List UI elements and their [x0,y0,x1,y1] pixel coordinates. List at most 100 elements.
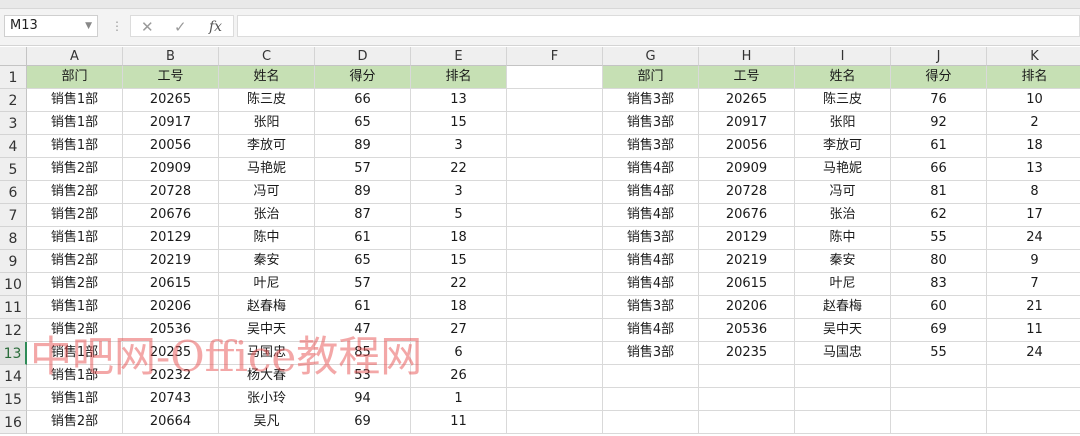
cell-a6[interactable]: 销售2部 [27,181,123,204]
cell-j10[interactable]: 83 [891,273,987,296]
cell-i13[interactable]: 马国忠 [795,342,891,365]
cell-k15[interactable] [987,388,1080,411]
cell-b8[interactable]: 20129 [123,227,219,250]
cell-c4[interactable]: 李放可 [219,135,315,158]
row-header-8[interactable]: 8 [0,227,27,250]
cell-c14[interactable]: 杨大春 [219,365,315,388]
cell-d15[interactable]: 94 [315,388,411,411]
header-cell-b1[interactable]: 工号 [123,66,219,89]
cell-f16[interactable] [507,411,603,434]
cell-j4[interactable]: 61 [891,135,987,158]
cell-e8[interactable]: 18 [411,227,507,250]
cell-k14[interactable] [987,365,1080,388]
cell-e16[interactable]: 11 [411,411,507,434]
cell-i6[interactable]: 冯可 [795,181,891,204]
header-cell-j1[interactable]: 得分 [891,66,987,89]
cell-j5[interactable]: 66 [891,158,987,181]
cell-k16[interactable] [987,411,1080,434]
cell-e15[interactable]: 1 [411,388,507,411]
cell-k5[interactable]: 13 [987,158,1080,181]
cell-h4[interactable]: 20056 [699,135,795,158]
cell-g2[interactable]: 销售3部 [603,89,699,112]
column-header-k[interactable]: K [987,47,1080,66]
header-cell-k1[interactable]: 排名 [987,66,1080,89]
cell-c6[interactable]: 冯可 [219,181,315,204]
cell-c11[interactable]: 赵春梅 [219,296,315,319]
header-cell-d1[interactable]: 得分 [315,66,411,89]
cell-b14[interactable]: 20232 [123,365,219,388]
cell-g6[interactable]: 销售4部 [603,181,699,204]
cell-f13[interactable] [507,342,603,365]
select-all-corner[interactable] [0,47,27,66]
cell-i4[interactable]: 李放可 [795,135,891,158]
cell-k12[interactable]: 11 [987,319,1080,342]
column-header-d[interactable]: D [315,47,411,66]
cell-f12[interactable] [507,319,603,342]
cell-b9[interactable]: 20219 [123,250,219,273]
cell-e7[interactable]: 5 [411,204,507,227]
cell-k7[interactable]: 17 [987,204,1080,227]
cell-b11[interactable]: 20206 [123,296,219,319]
cell-b6[interactable]: 20728 [123,181,219,204]
cell-g14[interactable] [603,365,699,388]
cell-a4[interactable]: 销售1部 [27,135,123,158]
cell-k9[interactable]: 9 [987,250,1080,273]
cell-g15[interactable] [603,388,699,411]
cell-b16[interactable]: 20664 [123,411,219,434]
cell-b5[interactable]: 20909 [123,158,219,181]
row-header-9[interactable]: 9 [0,250,27,273]
cell-h14[interactable] [699,365,795,388]
cell-c15[interactable]: 张小玲 [219,388,315,411]
cell-h10[interactable]: 20615 [699,273,795,296]
cell-k2[interactable]: 10 [987,89,1080,112]
cell-a10[interactable]: 销售2部 [27,273,123,296]
cell-e5[interactable]: 22 [411,158,507,181]
cell-b10[interactable]: 20615 [123,273,219,296]
cell-e2[interactable]: 13 [411,89,507,112]
chevron-down-icon[interactable]: ▼ [85,16,92,36]
cell-a3[interactable]: 销售1部 [27,112,123,135]
cell-j13[interactable]: 55 [891,342,987,365]
cell-g11[interactable]: 销售3部 [603,296,699,319]
cell-i11[interactable]: 赵春梅 [795,296,891,319]
cell-k13[interactable]: 24 [987,342,1080,365]
cell-b4[interactable]: 20056 [123,135,219,158]
cell-d12[interactable]: 47 [315,319,411,342]
cell-k4[interactable]: 18 [987,135,1080,158]
row-header-7[interactable]: 7 [0,204,27,227]
header-cell-c1[interactable]: 姓名 [219,66,315,89]
spreadsheet-grid[interactable]: A B C D E F G H I J K 1 部门 工号 姓名 得分 排名 部门 工号 姓名 得分 排名 2 销售1部 202… [0,47,1080,436]
column-header-i[interactable]: I [795,47,891,66]
cell-d6[interactable]: 89 [315,181,411,204]
cell-d2[interactable]: 66 [315,89,411,112]
row-header-2[interactable]: 2 [0,89,27,112]
formula-input[interactable] [237,15,1080,37]
cell-c7[interactable]: 张治 [219,204,315,227]
row-header-10[interactable]: 10 [0,273,27,296]
cell-g8[interactable]: 销售3部 [603,227,699,250]
cell-a9[interactable]: 销售2部 [27,250,123,273]
cell-k3[interactable]: 2 [987,112,1080,135]
cell-g5[interactable]: 销售4部 [603,158,699,181]
cell-g16[interactable] [603,411,699,434]
cell-g9[interactable]: 销售4部 [603,250,699,273]
cell-c16[interactable]: 吴凡 [219,411,315,434]
cell-d4[interactable]: 89 [315,135,411,158]
name-box[interactable]: M13 ▼ [4,15,98,37]
cell-k10[interactable]: 7 [987,273,1080,296]
cell-e14[interactable]: 26 [411,365,507,388]
row-header-16[interactable]: 16 [0,411,27,434]
cell-b7[interactable]: 20676 [123,204,219,227]
check-icon[interactable]: ✓ [174,17,187,37]
cell-c10[interactable]: 叶尼 [219,273,315,296]
cell-a16[interactable]: 销售2部 [27,411,123,434]
cell-i10[interactable]: 叶尼 [795,273,891,296]
cell-f9[interactable] [507,250,603,273]
cell-a7[interactable]: 销售2部 [27,204,123,227]
cell-d3[interactable]: 65 [315,112,411,135]
row-header-13[interactable]: 13 [0,342,27,365]
cell-a11[interactable]: 销售1部 [27,296,123,319]
cell-a5[interactable]: 销售2部 [27,158,123,181]
row-header-12[interactable]: 12 [0,319,27,342]
cell-j7[interactable]: 62 [891,204,987,227]
